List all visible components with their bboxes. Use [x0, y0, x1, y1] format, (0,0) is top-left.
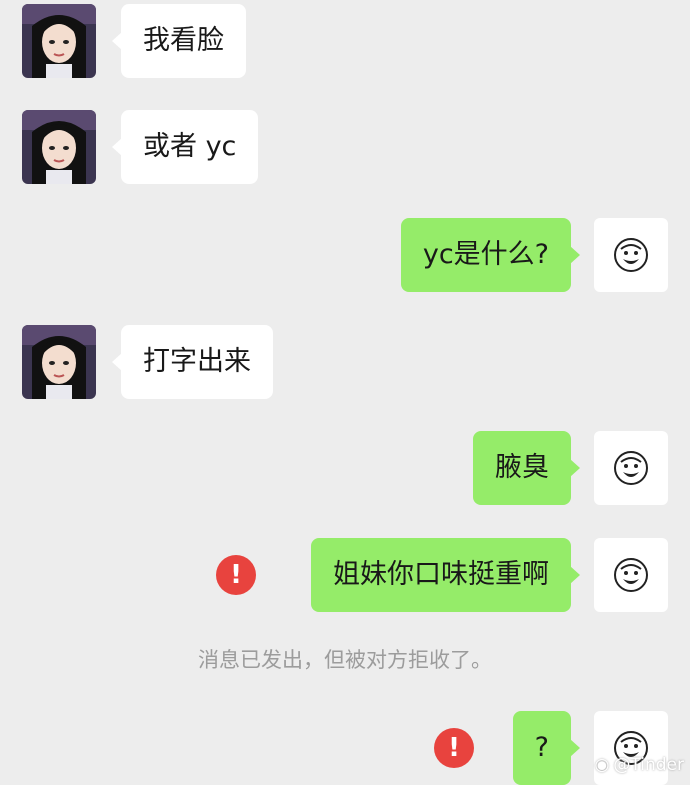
- incoming-message[interactable]: 我看脸: [112, 4, 246, 78]
- outgoing-message[interactable]: ?: [512, 711, 581, 785]
- self-avatar[interactable]: [594, 431, 668, 505]
- doodle-face-icon: [614, 451, 648, 485]
- contact-avatar[interactable]: [22, 110, 96, 184]
- send-failed-icon[interactable]: !: [434, 728, 474, 768]
- incoming-message[interactable]: 打字出来: [112, 325, 273, 399]
- outgoing-message[interactable]: 姐妹你口味挺重啊: [311, 538, 580, 612]
- outgoing-message[interactable]: yc是什么?: [400, 218, 581, 292]
- outgoing-message[interactable]: 腋臭: [473, 431, 580, 505]
- watermark: ◉ @Tinder: [595, 755, 684, 775]
- self-avatar[interactable]: [594, 218, 668, 292]
- self-avatar[interactable]: [594, 538, 668, 612]
- contact-avatar[interactable]: [22, 4, 96, 78]
- rejected-notice: 消息已发出，但被对方拒收了。: [198, 648, 492, 672]
- doodle-face-icon: [614, 558, 648, 592]
- doodle-face-icon: [614, 238, 648, 272]
- contact-avatar[interactable]: [22, 325, 96, 399]
- weibo-icon: ◉: [594, 755, 610, 775]
- send-failed-icon[interactable]: !: [216, 555, 256, 595]
- watermark-text: @Tinder: [613, 755, 684, 775]
- incoming-message[interactable]: 或者 yc: [111, 110, 259, 184]
